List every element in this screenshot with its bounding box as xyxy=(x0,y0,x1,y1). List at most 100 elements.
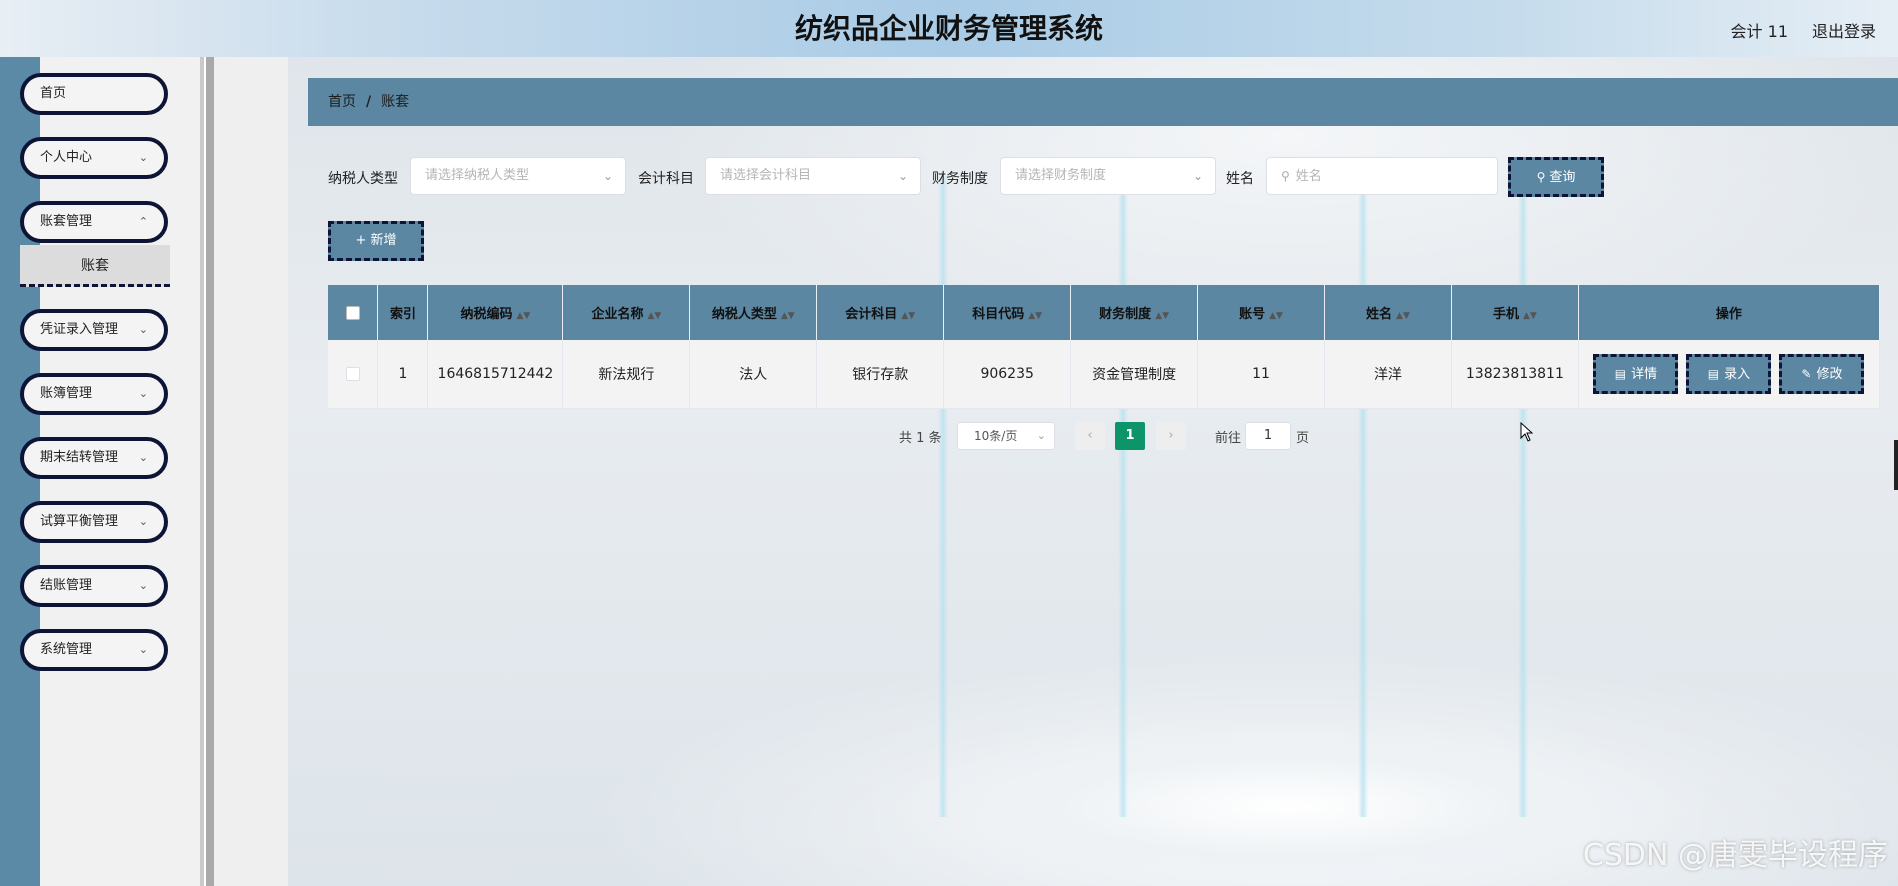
detail-button-label: 详情 xyxy=(1631,366,1658,382)
sidebar-item-label: 首页 xyxy=(40,86,67,101)
sort-icon[interactable]: ▲▼ xyxy=(1028,311,1042,321)
sidebar-item-home[interactable]: 首页 xyxy=(20,73,168,115)
chevron-down-icon: ⌄ xyxy=(138,579,148,592)
sidebar-item-account-set-management[interactable]: 账套管理 ⌃ xyxy=(20,201,168,243)
header-label: 科目代码 xyxy=(972,307,1025,322)
chevron-down-icon: ⌄ xyxy=(602,169,613,183)
chevron-down-icon: ⌄ xyxy=(1036,429,1046,442)
top-header: 纺织品企业财务管理系统 会计 11 退出登录 xyxy=(0,0,1898,57)
pagination-total: 共 1 条 xyxy=(899,431,942,446)
select-placeholder: 请选择纳税人类型 xyxy=(425,168,530,183)
query-button[interactable]: ⚲ 查询 xyxy=(1508,157,1604,197)
chevron-down-icon: ⌄ xyxy=(138,451,148,464)
next-page-button[interactable]: › xyxy=(1156,422,1186,450)
page-size-value: 10条/页 xyxy=(974,429,1018,443)
sort-icon[interactable]: ▲▼ xyxy=(1269,311,1283,321)
goto-page-input[interactable]: 1 xyxy=(1245,422,1291,450)
header-label: 会计科目 xyxy=(845,307,898,322)
column-header[interactable]: 财务制度 ▲▼ xyxy=(1070,285,1199,340)
column-header: 操作 xyxy=(1578,285,1881,340)
column-header[interactable]: 姓名 ▲▼ xyxy=(1324,285,1452,340)
sidebar-item-period-end-transfer[interactable]: 期末结转管理 ⌄ xyxy=(20,437,168,479)
sort-icon[interactable]: ▲▼ xyxy=(1523,311,1537,321)
name-input[interactable]: ⚲ 姓名 xyxy=(1266,157,1498,195)
logout-link[interactable]: 退出登录 xyxy=(1812,18,1876,42)
sort-icon[interactable]: ▲▼ xyxy=(1155,311,1169,321)
prev-page-button[interactable]: ‹ xyxy=(1075,422,1105,450)
sidebar-item-system-management[interactable]: 系统管理 ⌄ xyxy=(20,629,168,671)
detail-button[interactable]: ▤ 详情 xyxy=(1593,353,1679,394)
sidebar-item-closing-management[interactable]: 结账管理 ⌄ xyxy=(20,565,168,607)
search-icon: ⚲ xyxy=(1536,170,1546,184)
cell-subject: 银行存款 xyxy=(816,340,945,409)
sidebar-item-personal-center[interactable]: 个人中心 ⌄ xyxy=(20,137,168,179)
header-label: 索引 xyxy=(389,307,416,322)
entry-button[interactable]: ▤ 录入 xyxy=(1686,353,1772,394)
column-header[interactable]: 手机 ▲▼ xyxy=(1451,285,1579,340)
sidebar-item-label: 试算平衡管理 xyxy=(40,514,119,529)
sort-icon[interactable]: ▲▼ xyxy=(1396,311,1410,321)
sidebar-item-label: 期末结转管理 xyxy=(40,450,119,465)
cell-actions: ▤ 详情 ▤ 录入 ✎ 修改 xyxy=(1578,340,1881,409)
sort-icon[interactable]: ▲▼ xyxy=(517,311,531,321)
page-size-select[interactable]: 10条/页 ⌄ xyxy=(957,422,1055,450)
goto-prefix: 前往 xyxy=(1215,431,1242,446)
account-subject-select[interactable]: 请选择会计科目 ⌄ xyxy=(705,157,921,195)
header-label: 纳税人类型 xyxy=(711,307,777,322)
column-header[interactable]: 会计科目 ▲▼ xyxy=(816,285,945,340)
chevron-down-icon: ⌄ xyxy=(138,643,148,656)
sort-icon[interactable]: ▲▼ xyxy=(781,311,795,321)
mouse-cursor-icon xyxy=(1520,422,1534,442)
row-select-cell xyxy=(328,340,379,409)
add-button-label: 新增 xyxy=(370,233,397,248)
column-header[interactable]: 纳税编码 ▲▼ xyxy=(427,285,564,340)
content-gutter xyxy=(214,57,288,886)
column-header[interactable]: 账号 ▲▼ xyxy=(1197,285,1325,340)
row-checkbox[interactable] xyxy=(345,366,360,381)
sidebar-item-ledger-management[interactable]: 账簿管理 ⌄ xyxy=(20,373,168,415)
taxpayer-type-select[interactable]: 请选择纳税人类型 ⌄ xyxy=(410,157,626,195)
edit-button[interactable]: ✎ 修改 xyxy=(1779,353,1865,394)
sidebar-item-label: 账套管理 xyxy=(40,214,93,229)
app-title: 纺织品企业财务管理系统 xyxy=(794,12,1103,45)
sidebar-item-trial-balance[interactable]: 试算平衡管理 ⌄ xyxy=(20,501,168,543)
column-header[interactable]: 科目代码 ▲▼ xyxy=(943,285,1072,340)
add-button[interactable]: + 新增 xyxy=(328,221,424,261)
column-header[interactable]: 纳税人类型 ▲▼ xyxy=(689,285,818,340)
account-set-table: 索引 纳税编码 ▲▼ 企业名称 ▲▼ 纳税人类型 ▲▼ 会计科目 ▲▼ 科目代码 ▲▼ 财… xyxy=(328,285,1881,409)
cell-company: 新法规行 xyxy=(562,340,691,409)
account-subject-label: 会计科目 xyxy=(638,171,694,187)
header-label: 手机 xyxy=(1492,307,1519,322)
cell-tax-code: 1646815712442 xyxy=(427,340,564,409)
header-label: 操作 xyxy=(1715,307,1742,322)
sidebar-item-voucher-entry[interactable]: 凭证录入管理 ⌄ xyxy=(20,309,168,351)
table-row: 1 1646815712442 新法规行 法人 银行存款 906235 资金管理… xyxy=(328,340,1881,409)
column-header: 索引 xyxy=(377,285,429,340)
breadcrumb-current: 账套 xyxy=(381,94,410,110)
select-placeholder: 请选择财务制度 xyxy=(1015,168,1107,183)
cell-phone: 13823813811 xyxy=(1451,340,1579,409)
header-label: 纳税编码 xyxy=(460,307,513,322)
sidebar-item-label: 个人中心 xyxy=(40,150,93,165)
goto-suffix: 页 xyxy=(1296,431,1310,446)
submenu-item-account-set[interactable]: 账套 xyxy=(20,245,170,287)
document-icon: ▤ xyxy=(1614,366,1627,381)
sort-icon[interactable]: ▲▼ xyxy=(901,311,915,321)
input-placeholder: 姓名 xyxy=(1295,169,1322,184)
column-header[interactable]: 企业名称 ▲▼ xyxy=(562,285,691,340)
chevron-down-icon: ⌄ xyxy=(138,323,148,336)
scrollbar-edge[interactable] xyxy=(1894,440,1898,490)
chevron-down-icon: ⌄ xyxy=(138,387,148,400)
select-all-checkbox[interactable] xyxy=(345,305,360,320)
bg-pillar xyxy=(1118,177,1128,817)
finance-system-select[interactable]: 请选择财务制度 ⌄ xyxy=(1000,157,1216,195)
cell-name: 洋洋 xyxy=(1324,340,1452,409)
chevron-up-icon: ⌃ xyxy=(138,215,148,228)
sort-icon[interactable]: ▲▼ xyxy=(647,311,661,321)
edit-icon: ✎ xyxy=(1801,366,1812,381)
watermark: CSDN @唐雯毕设程序 xyxy=(1582,838,1888,873)
breadcrumb-home[interactable]: 首页 xyxy=(328,94,356,110)
search-icon: ⚲ xyxy=(1281,169,1290,183)
bg-pillar xyxy=(938,177,948,817)
current-page-button[interactable]: 1 xyxy=(1115,422,1145,450)
